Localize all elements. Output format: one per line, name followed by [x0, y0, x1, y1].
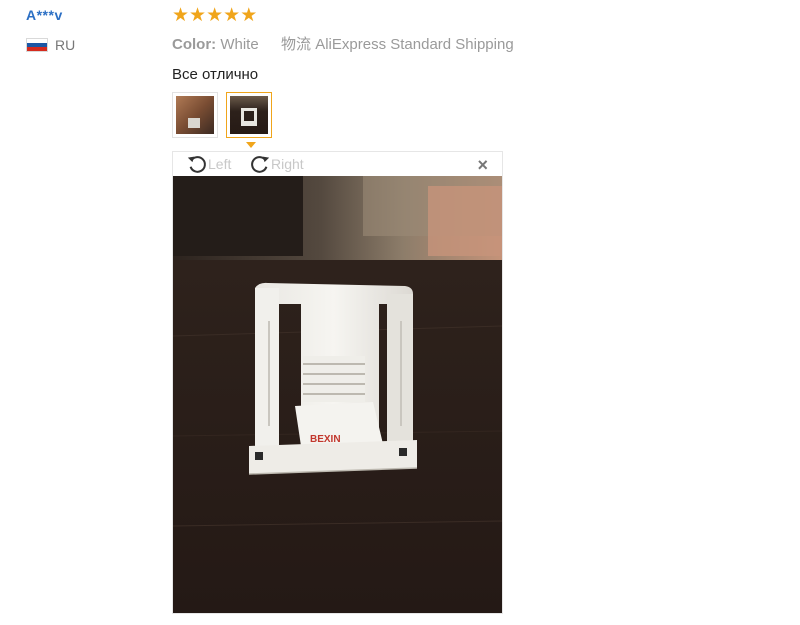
- country-code: RU: [55, 37, 76, 53]
- star-icon: ★: [172, 5, 190, 26]
- rotate-left-button[interactable]: Left: [186, 153, 231, 175]
- star-icon: ★: [206, 5, 224, 26]
- photo-thumbnail[interactable]: [172, 92, 218, 138]
- photo-viewer: Left Right × BEXIN: [172, 151, 503, 614]
- order-info: Color: White 物流 AliExpress Standard Ship…: [172, 33, 772, 54]
- review-photo: BEXIN: [173, 176, 502, 613]
- star-icon: ★: [189, 5, 207, 26]
- rotate-left-icon: [187, 156, 206, 173]
- reviewer-country: RU: [26, 37, 75, 53]
- viewer-toolbar: Left Right ×: [173, 152, 502, 176]
- russia-flag-icon: [26, 38, 48, 52]
- photo-thumbnail-selected[interactable]: [226, 92, 272, 138]
- close-icon[interactable]: ×: [477, 155, 488, 176]
- star-icon: ★: [223, 5, 241, 26]
- color-value: White: [220, 36, 259, 53]
- review-body: ★ ★ ★ ★ ★ Color: White 物流 AliExpress Sta…: [172, 6, 772, 84]
- review-text: Все отлично: [172, 66, 259, 83]
- color-label: Color:: [172, 36, 217, 53]
- shipping-value: AliExpress Standard Shipping: [315, 36, 514, 53]
- photo-thumbnails: [172, 92, 280, 138]
- star-icon: ★: [240, 5, 258, 26]
- reviewer-info: A***v RU: [26, 7, 75, 53]
- rotate-right-icon: [251, 156, 270, 173]
- reviewer-name: A***v: [26, 7, 63, 23]
- rotate-right-label: Right: [271, 156, 304, 172]
- shipping-prefix: 物流: [281, 36, 312, 53]
- rotate-left-label: Left: [208, 156, 232, 172]
- star-rating: ★ ★ ★ ★ ★: [172, 6, 772, 26]
- selected-thumbnail-caret: [246, 142, 256, 148]
- rotate-right-button[interactable]: Right: [249, 153, 304, 175]
